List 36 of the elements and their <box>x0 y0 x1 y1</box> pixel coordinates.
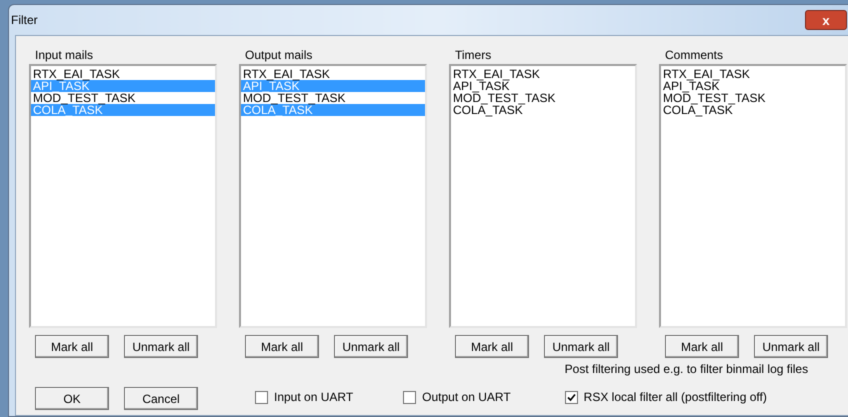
list-item[interactable]: RTX_EAI_TASK <box>661 68 845 80</box>
checkbox[interactable]: RSX local filter all (postfiltering off) <box>564 388 808 406</box>
checkbox-label: Output on UART <box>422 389 511 406</box>
list-item[interactable]: MOD_TEST_TASK <box>241 92 425 104</box>
list-button[interactable]: Mark all <box>665 335 739 358</box>
list-title: Timers <box>455 47 492 64</box>
dialog-button[interactable]: Cancel <box>124 387 198 410</box>
list-item[interactable]: API_TASK <box>661 80 845 92</box>
list-button[interactable]: Unmark all <box>334 335 408 358</box>
list-button[interactable]: Mark all <box>35 335 109 358</box>
checkbox-label: RSX local filter all (postfiltering off) <box>584 389 767 406</box>
dialog-button[interactable]: OK <box>35 387 109 410</box>
list-button[interactable]: Unmark all <box>544 335 618 358</box>
window-title: Filter <box>11 12 38 29</box>
list-item[interactable]: COLA_TASK <box>451 104 635 116</box>
list-item[interactable]: MOD_TEST_TASK <box>451 92 635 104</box>
list-button[interactable]: Mark all <box>455 335 529 358</box>
list-item[interactable]: COLA_TASK <box>661 104 845 116</box>
list-title: Input mails <box>35 47 94 64</box>
checkmark-icon <box>566 392 576 402</box>
list-title: Comments <box>665 47 724 64</box>
list-button[interactable]: Unmark all <box>124 335 198 358</box>
list-item[interactable]: RTX_EAI_TASK <box>31 68 215 80</box>
checkbox-label: Input on UART <box>274 389 354 406</box>
list-item[interactable]: API_TASK <box>451 80 635 92</box>
list-button[interactable]: Unmark all <box>754 335 828 358</box>
close-button[interactable]: x <box>805 10 847 30</box>
checkbox[interactable]: Output on UART <box>403 388 511 406</box>
checkbox[interactable]: Input on UART <box>255 388 354 406</box>
list-button[interactable]: Mark all <box>245 335 319 358</box>
list-title: Output mails <box>245 47 314 64</box>
list-item[interactable]: RTX_EAI_TASK <box>451 68 635 80</box>
list-item[interactable]: RTX_EAI_TASK <box>241 68 425 80</box>
list-item[interactable]: MOD_TEST_TASK <box>661 92 845 104</box>
note-text: Post filtering used e.g. to filter binmail log files <box>564 361 808 378</box>
list-item[interactable]: MOD_TEST_TASK <box>31 92 215 104</box>
